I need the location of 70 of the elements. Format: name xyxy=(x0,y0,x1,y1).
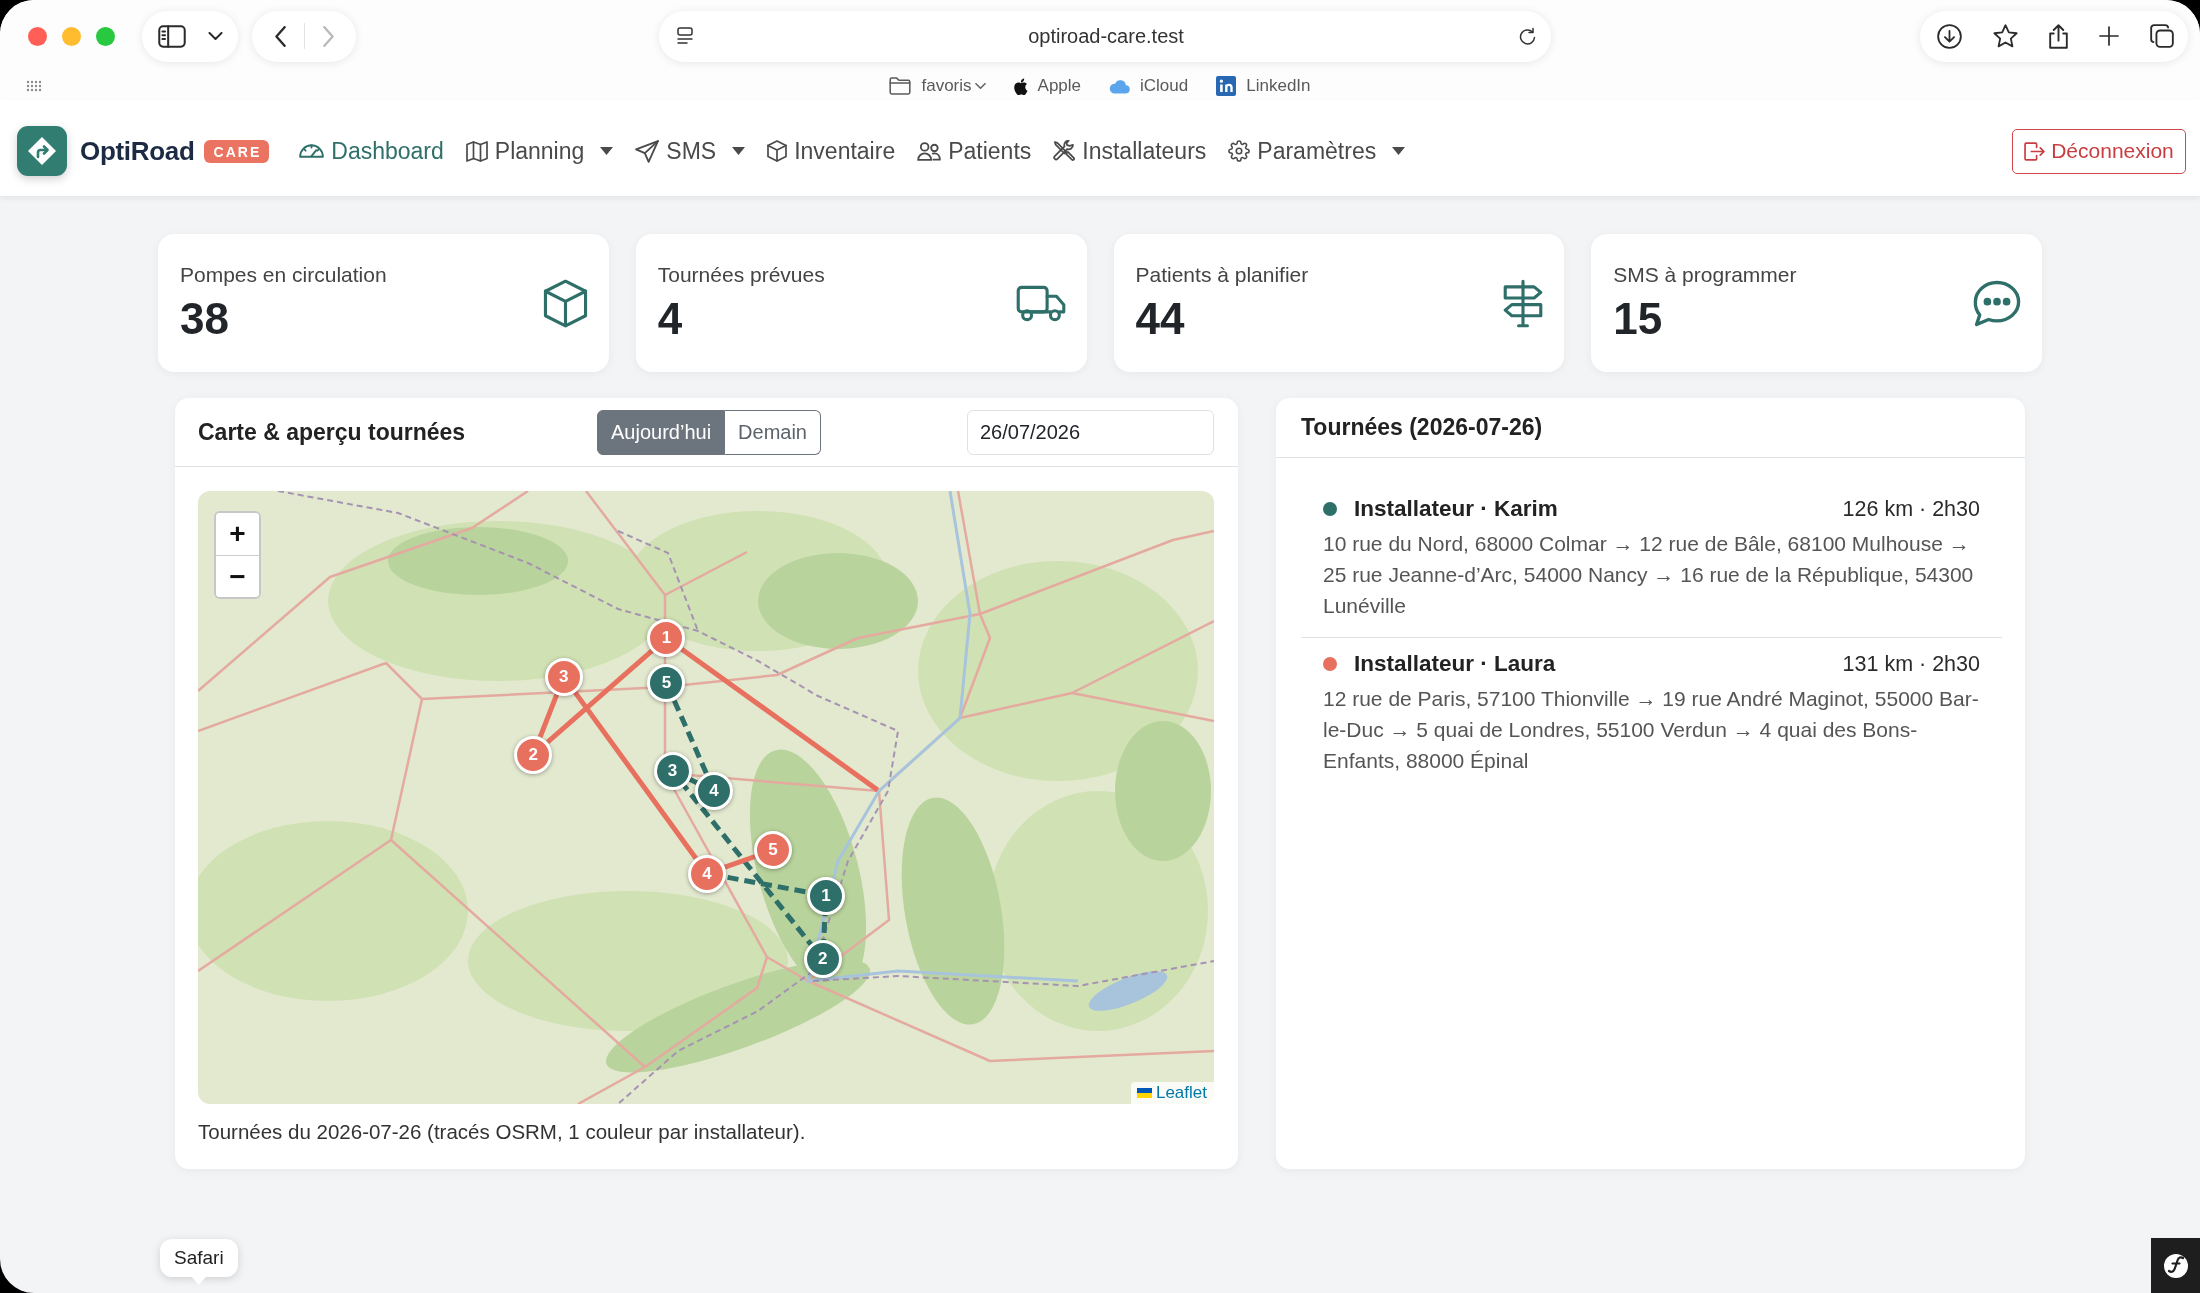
paper-plane-icon xyxy=(635,139,660,163)
tour-name: Installateur · Karim xyxy=(1354,495,1558,523)
chevron-down-icon[interactable] xyxy=(207,32,223,40)
bookmark-link[interactable]: Apple xyxy=(1013,76,1082,96)
people-icon xyxy=(917,141,942,161)
stat-value: 4 xyxy=(657,295,684,343)
stat-label: Pompes en circulation xyxy=(180,263,387,287)
box-icon xyxy=(542,278,588,328)
download-icon[interactable] xyxy=(1937,23,1962,49)
tour-name: Installateur · Laura xyxy=(1354,650,1556,678)
chevron-down-icon xyxy=(974,83,986,89)
round-logo-icon[interactable] xyxy=(2151,1238,2200,1293)
page-icon xyxy=(677,27,693,45)
folder-icon xyxy=(889,77,912,95)
gear-icon xyxy=(1228,140,1251,162)
bookmark-link[interactable]: LinkedIn xyxy=(1216,76,1311,96)
signpost-icon xyxy=(1503,278,1544,328)
brand-name[interactable]: OptiRoad xyxy=(80,135,195,167)
nav-link[interactable]: Patients xyxy=(917,137,1032,165)
tour-summary: 126 km · 2h30 xyxy=(1842,496,1980,522)
tour-stops: 12 rue de Paris, 57100 Thionville → 19 rue André Maginot, 55000 Bar-le-Duc → 5 quai de Londres, 55100 Verdun → 4 quai des Bons-Enfants, 88000 Épinal xyxy=(1323,686,1980,774)
dock-tooltip: Safari xyxy=(160,1239,238,1285)
day-tab[interactable]: Demain xyxy=(725,409,821,455)
tools-icon xyxy=(1053,140,1076,162)
cloud-icon xyxy=(1109,78,1131,94)
map-icon xyxy=(465,140,488,162)
star-icon[interactable] xyxy=(1993,24,2018,48)
stat-label: SMS à programmer xyxy=(1613,263,1797,287)
apple-icon xyxy=(1013,77,1028,95)
logout-button[interactable]: Déconnexion xyxy=(2012,128,2186,174)
nav-link[interactable]: Installateurs xyxy=(1053,137,1207,165)
card-title: Tournées (2026-07-26) xyxy=(1301,414,1543,441)
bookmark-folder[interactable]: favoris xyxy=(889,76,986,96)
back-icon[interactable] xyxy=(274,25,286,47)
stat-value: 38 xyxy=(180,295,230,343)
map-caption: Tournées du 2026-07-26 (tracés OSRM, 1 couleur par installateur). xyxy=(198,1120,807,1144)
stat-value: 15 xyxy=(1613,295,1664,343)
stat-label: Patients à planifier xyxy=(1135,263,1309,287)
nav-link[interactable]: SMS xyxy=(635,137,746,165)
sidebar-icon[interactable] xyxy=(157,24,186,48)
zoom-out-button[interactable]: − xyxy=(216,555,259,597)
nav-link[interactable]: Dashboard xyxy=(299,137,444,165)
nav-link[interactable]: Paramètres xyxy=(1228,137,1406,165)
brand-badge: CARE xyxy=(203,139,270,163)
attribution-link[interactable]: Leaflet xyxy=(1155,1083,1207,1103)
gauge-icon xyxy=(299,144,325,158)
day-tab[interactable]: Aujourd’hui xyxy=(597,409,726,455)
box-icon xyxy=(767,140,788,162)
plus-icon[interactable] xyxy=(2099,26,2119,46)
close-window-icon[interactable] xyxy=(28,26,47,46)
tabs-icon[interactable] xyxy=(2150,24,2174,48)
card-title: Carte & aperçu tournées xyxy=(198,418,466,446)
address-bar[interactable]: optiroad-care.test xyxy=(659,10,1551,62)
tour-stops: 10 rue du Nord, 68000 Colmar → 12 rue de Bâle, 68100 Mulhouse → 25 rue Jeanne-d’Arc, 54000 Nancy → 16 rue de la République, 54300 Lunéville xyxy=(1323,531,1975,619)
nav-link[interactable]: Inventaire xyxy=(767,137,896,165)
stat-value: 44 xyxy=(1135,295,1186,343)
bookmark-link[interactable]: iCloud xyxy=(1109,76,1189,96)
truck-icon xyxy=(1015,284,1066,322)
exit-icon xyxy=(2024,141,2046,161)
reload-icon[interactable] xyxy=(1519,26,1537,46)
apps-grid-icon[interactable] xyxy=(26,80,42,92)
nav-link[interactable]: Planning xyxy=(465,137,614,165)
logo-icon[interactable] xyxy=(17,126,67,176)
tour-summary: 131 km · 2h30 xyxy=(1842,651,1980,677)
share-icon[interactable] xyxy=(2049,23,2068,49)
stat-label: Tournées prévues xyxy=(657,263,825,287)
date-field[interactable]: 26/07/2026 xyxy=(967,409,1214,455)
chat-icon xyxy=(1973,279,2021,327)
logo-tile-icon xyxy=(1216,76,1237,96)
flag-icon xyxy=(1136,1088,1152,1098)
